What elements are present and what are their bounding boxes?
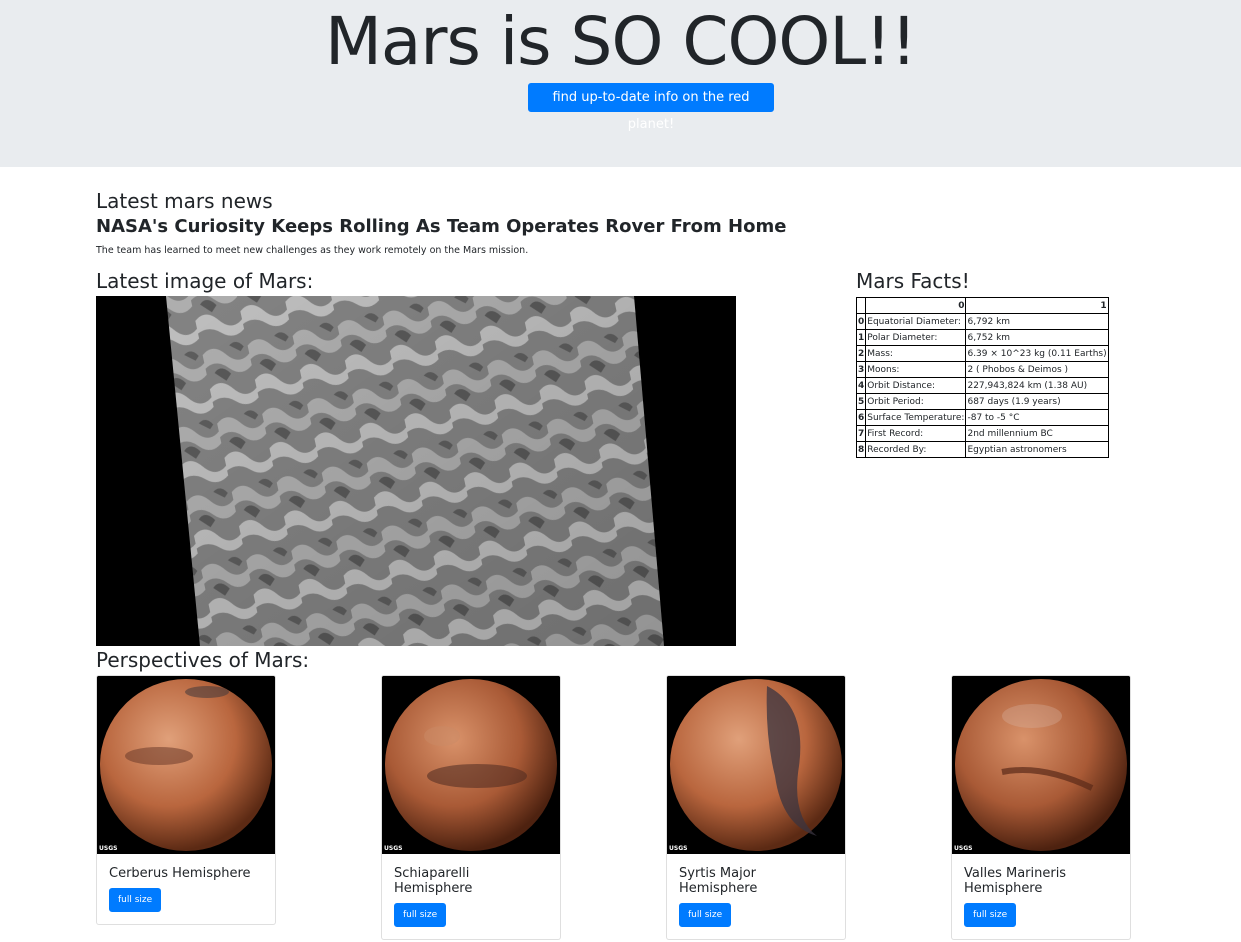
hemisphere-image[interactable]: USGS bbox=[667, 676, 845, 854]
mars-globe-image bbox=[952, 676, 1130, 854]
card-body: Syrtis Major Hemisphere full size bbox=[667, 854, 845, 939]
dune-field-image bbox=[96, 296, 736, 646]
table-row: 6 Surface Temperature: -87 to -5 °C bbox=[855, 409, 1109, 426]
table-row: 5 Orbit Period: 687 days (1.9 years) bbox=[855, 393, 1109, 410]
row-index: 0 bbox=[855, 313, 867, 330]
featured-image-heading: Latest image of Mars: bbox=[96, 269, 314, 293]
full-size-button[interactable]: full size bbox=[394, 903, 447, 927]
fact-label: Recorded By: bbox=[865, 441, 967, 458]
fact-label: Mass: bbox=[865, 345, 967, 362]
table-header-row: 0 1 bbox=[855, 297, 1109, 314]
table-corner-cell bbox=[855, 297, 867, 314]
hemisphere-title: Valles Marineris Hemisphere bbox=[964, 866, 1067, 896]
fact-value: 2 ( Phobos & Deimos ) bbox=[965, 361, 1109, 378]
full-size-button[interactable]: full size bbox=[964, 903, 1017, 927]
table-row: 3 Moons: 2 ( Phobos & Deimos ) bbox=[855, 361, 1109, 378]
page-title: Mars is SO COOL!! bbox=[324, 3, 917, 80]
hemisphere-title: Cerberus Hemisphere bbox=[109, 866, 251, 881]
row-index: 7 bbox=[855, 425, 867, 442]
hemisphere-image[interactable]: USGS bbox=[952, 676, 1130, 854]
fact-label: Surface Temperature: bbox=[865, 409, 967, 426]
card-body: Valles Marineris Hemisphere full size bbox=[952, 854, 1130, 939]
mars-globe-image bbox=[667, 676, 845, 854]
fact-label: Orbit Distance: bbox=[865, 377, 967, 394]
fact-value: 687 days (1.9 years) bbox=[965, 393, 1109, 410]
row-index: 1 bbox=[855, 329, 867, 346]
hemisphere-title: Syrtis Major Hemisphere bbox=[679, 866, 758, 896]
jumbotron-header: Mars is SO COOL!! find up-to-date info o… bbox=[0, 0, 1241, 167]
row-index: 3 bbox=[855, 361, 867, 378]
news-title: NASA's Curiosity Keeps Rolling As Team O… bbox=[96, 216, 787, 237]
hemisphere-card-cerberus: USGS Cerberus Hemisphere full size bbox=[96, 675, 276, 925]
news-paragraph: The team has learned to meet new challen… bbox=[96, 245, 529, 256]
facts-heading: Mars Facts! bbox=[856, 269, 970, 293]
fact-value: 2nd millennium BC bbox=[965, 425, 1109, 442]
usgs-logo: USGS bbox=[99, 845, 118, 852]
fact-label: Equatorial Diameter: bbox=[865, 313, 967, 330]
fact-value: -87 to -5 °C bbox=[965, 409, 1109, 426]
usgs-logo: USGS bbox=[384, 845, 403, 852]
fact-value: 227,943,824 km (1.38 AU) bbox=[965, 377, 1109, 394]
news-heading: Latest mars news bbox=[96, 189, 273, 213]
hemisphere-image[interactable]: USGS bbox=[97, 676, 275, 854]
scrape-button[interactable]: find up-to-date info on the red planet! bbox=[528, 83, 774, 132]
fact-value: 6,752 km bbox=[965, 329, 1109, 346]
fact-value: Egyptian astronomers bbox=[965, 441, 1109, 458]
table-row: 7 First Record: 2nd millennium BC bbox=[855, 425, 1109, 442]
mars-globe-image bbox=[382, 676, 560, 854]
fact-label: Polar Diameter: bbox=[865, 329, 967, 346]
table-row: 0 Equatorial Diameter: 6,792 km bbox=[855, 313, 1109, 330]
row-index: 5 bbox=[855, 393, 867, 410]
card-body: Cerberus Hemisphere full size bbox=[97, 854, 275, 924]
hemisphere-card-valles-marineris: USGS Valles Marineris Hemisphere full si… bbox=[951, 675, 1131, 940]
hemisphere-card-schiaparelli: USGS Schiaparelli Hemisphere full size bbox=[381, 675, 561, 940]
hemisphere-card-syrtis-major: USGS Syrtis Major Hemisphere full size bbox=[666, 675, 846, 940]
mars-facts-table: 0 1 0 Equatorial Diameter: 6,792 km 1 Polar… bbox=[855, 297, 1109, 458]
column-header: 0 bbox=[865, 297, 967, 314]
column-header: 1 bbox=[965, 297, 1109, 314]
card-body: Schiaparelli Hemisphere full size bbox=[382, 854, 560, 939]
table-row: 8 Recorded By: Egyptian astronomers bbox=[855, 441, 1109, 458]
hemisphere-image[interactable]: USGS bbox=[382, 676, 560, 854]
fact-label: Moons: bbox=[865, 361, 967, 378]
usgs-logo: USGS bbox=[954, 845, 973, 852]
row-index: 6 bbox=[855, 409, 867, 426]
row-index: 2 bbox=[855, 345, 867, 362]
table-row: 1 Polar Diameter: 6,752 km bbox=[855, 329, 1109, 346]
usgs-logo: USGS bbox=[669, 845, 688, 852]
featured-mars-image bbox=[96, 296, 736, 646]
full-size-button[interactable]: full size bbox=[109, 888, 162, 912]
fact-value: 6.39 × 10^23 kg (0.11 Earths) bbox=[965, 345, 1109, 362]
hemispheres-heading: Perspectives of Mars: bbox=[96, 648, 310, 672]
row-index: 8 bbox=[855, 441, 867, 458]
full-size-button[interactable]: full size bbox=[679, 903, 732, 927]
row-index: 4 bbox=[855, 377, 867, 394]
fact-label: First Record: bbox=[865, 425, 967, 442]
table-row: 4 Orbit Distance: 227,943,824 km (1.38 AU) bbox=[855, 377, 1109, 394]
hemisphere-title: Schiaparelli Hemisphere bbox=[394, 866, 473, 896]
fact-label: Orbit Period: bbox=[865, 393, 967, 410]
table-row: 2 Mass: 6.39 × 10^23 kg (0.11 Earths) bbox=[855, 345, 1109, 362]
mars-globe-image bbox=[97, 676, 275, 854]
fact-value: 6,792 km bbox=[965, 313, 1109, 330]
